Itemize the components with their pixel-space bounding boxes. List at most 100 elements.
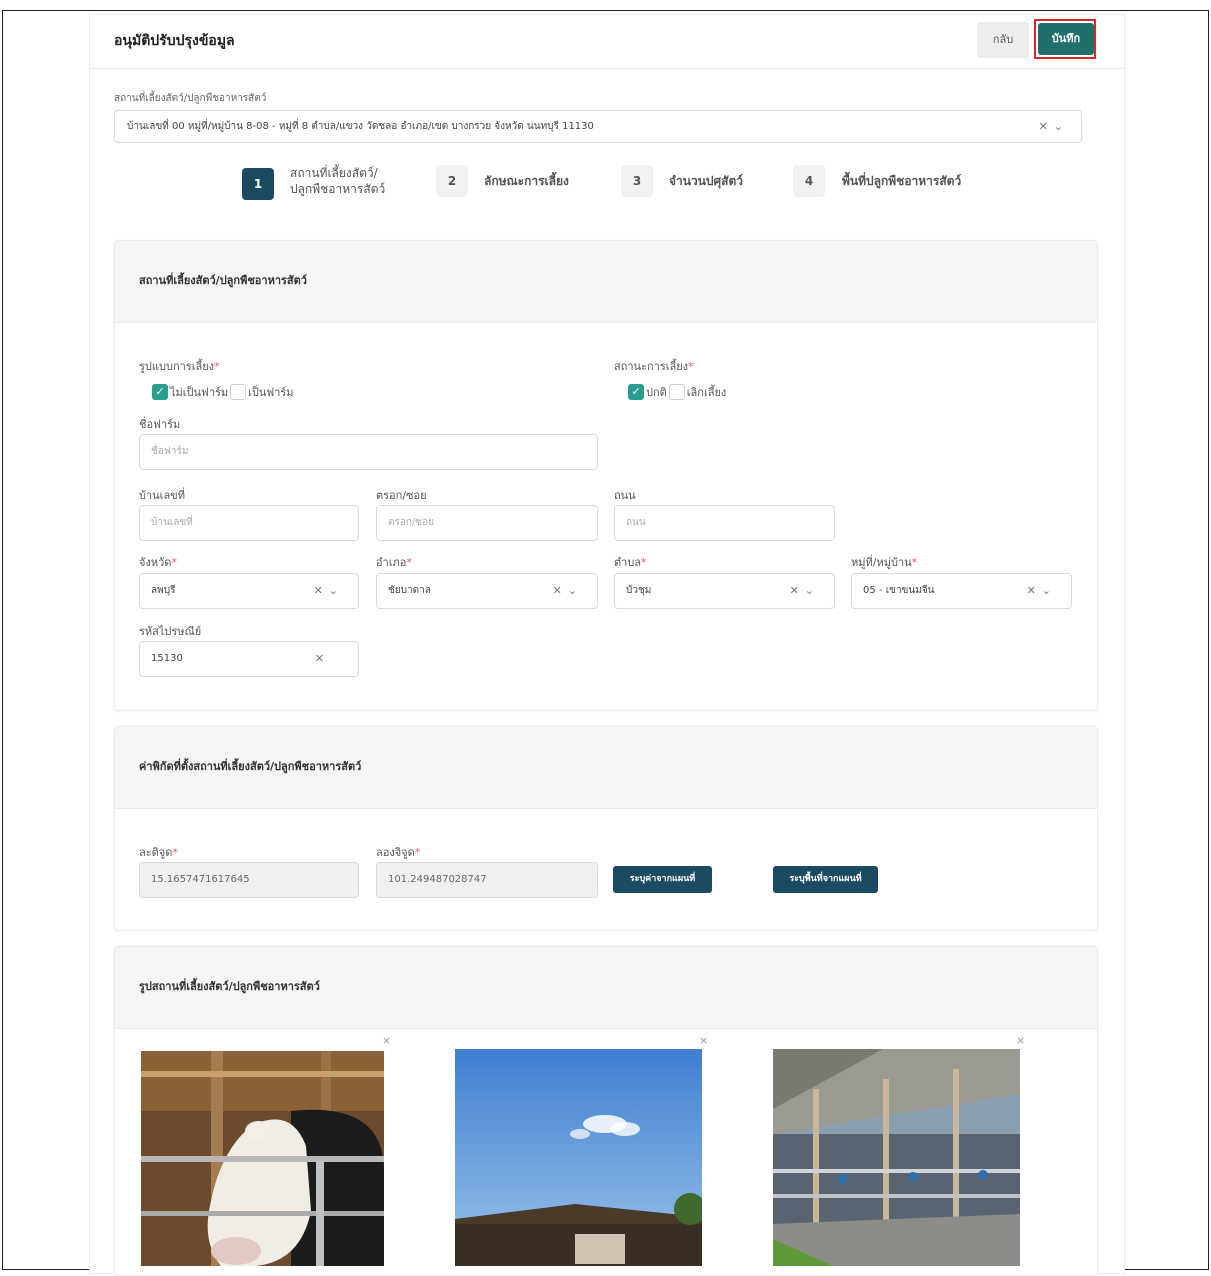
house-no-label: บ้านเลขที่ — [139, 489, 185, 502]
status-label-text: สถานะการเลี้ยง — [614, 360, 689, 373]
village-label: หมู่ที่/หมู่บ้าน* — [851, 553, 917, 571]
subdistrict-value: บัวชุม — [626, 585, 652, 596]
section-coordinates-title: ค่าพิกัดที่ตั้งสถานที่เลี้ยงสัตว์/ปลูกพื… — [139, 760, 362, 773]
village-select[interactable]: 05 - เขาขนมจีน ✕⌄ — [851, 573, 1072, 609]
required-mark: * — [172, 846, 178, 859]
header-divider — [90, 68, 1124, 69]
subdistrict-label-text: ตำบล — [614, 556, 642, 569]
step-1-label-line2: ปลูกพืชอาหารสัตว์ — [290, 182, 386, 196]
check-icon: ✓ — [631, 384, 641, 398]
photo-3-image — [773, 1049, 1020, 1266]
back-button[interactable]: กลับ — [977, 22, 1029, 58]
farm-type-label: รูปแบบการเลี้ยง* — [139, 357, 220, 375]
step-4-number[interactable]: 4 — [793, 165, 825, 197]
village-label-text: หมู่ที่/หมู่บ้าน — [851, 556, 912, 569]
close-icon[interactable]: ✕ — [1039, 120, 1054, 133]
chevron-down-icon[interactable]: ⌄ — [805, 584, 820, 597]
step-4-label[interactable]: พื้นที่ปลูกพืชอาหารสัตว์ — [842, 173, 961, 189]
section-location-header: สถานที่เลี้ยงสัตว์/ปลูกพืชอาหารสัตว์ — [115, 241, 1097, 323]
farm-name-label: ชื่อฟาร์ม — [139, 418, 181, 431]
subdistrict-label: ตำบล* — [614, 553, 647, 571]
remove-photo-2-icon[interactable]: × — [699, 1034, 708, 1047]
remove-photo-1-icon[interactable]: × — [382, 1034, 391, 1047]
chevron-down-icon[interactable]: ⌄ — [1042, 584, 1057, 597]
farm-type-label-text: รูปแบบการเลี้ยง — [139, 360, 215, 373]
lat-input: 15.1657471617645 — [139, 862, 359, 898]
close-icon[interactable]: ✕ — [315, 652, 330, 665]
step-1-label-line1: สถานที่เลี้ยงสัตว์/ — [290, 166, 378, 180]
status-opt1-label[interactable]: ปกติ — [646, 386, 667, 399]
district-label: อำเภอ* — [376, 553, 412, 571]
remove-photo-3-icon[interactable]: × — [1016, 1034, 1025, 1047]
house-no-input[interactable]: บ้านเลขที่ — [139, 505, 359, 541]
close-icon[interactable]: ✕ — [314, 584, 329, 597]
district-label-text: อำเภอ — [376, 556, 407, 569]
required-mark: * — [641, 556, 647, 569]
step-2-number[interactable]: 2 — [436, 165, 468, 197]
farm-name-input[interactable]: ชื่อฟาร์ม — [139, 434, 598, 470]
location-select-label: สถานที่เลี้ยงสัตว์/ปลูกพืชอาหารสัตว์ — [114, 93, 267, 104]
pick-area-from-map-button[interactable]: ระบุพื้นที่จากแผนที่ — [773, 866, 878, 893]
section-coordinates-header: ค่าพิกัดที่ตั้งสถานที่เลี้ยงสัตว์/ปลูกพื… — [115, 727, 1097, 809]
page-title: อนุมัติปรับปรุงข้อมูล — [114, 33, 235, 49]
postcode-value: 15130 — [151, 653, 183, 664]
photo-1 — [141, 1051, 384, 1266]
step-1-label[interactable]: สถานที่เลี้ยงสัตว์/ ปลูกพืชอาหารสัตว์ — [290, 165, 385, 197]
status-options: ✓ ปกติ เลิกเลี้ยง — [628, 381, 728, 401]
lat-label: ละติจูด* — [139, 843, 178, 861]
status-label: สถานะการเลี้ยง* — [614, 357, 694, 375]
farm-type-options: ✓ ไม่เป็นฟาร์ม เป็นฟาร์ม — [152, 381, 296, 401]
save-button[interactable]: บันทึก — [1038, 23, 1094, 55]
chevron-down-icon[interactable]: ⌄ — [568, 584, 583, 597]
subdistrict-select[interactable]: บัวชุม ✕⌄ — [614, 573, 835, 609]
lng-input: 101.249487028747 — [376, 862, 598, 898]
close-icon[interactable]: ✕ — [790, 584, 805, 597]
district-select[interactable]: ชัยบาดาล ✕⌄ — [376, 573, 598, 609]
required-mark: * — [406, 556, 412, 569]
section-location-title: สถานที่เลี้ยงสัตว์/ปลูกพืชอาหารสัตว์ — [139, 274, 307, 287]
farm-type-opt2-label[interactable]: เป็นฟาร์ม — [248, 386, 293, 399]
chevron-down-icon[interactable]: ⌄ — [329, 584, 344, 597]
section-photos-header: รูปสถานที่เลี้ยงสัตว์/ปลูกพืชอาหารสัตว์ — [115, 947, 1097, 1029]
photo-3 — [773, 1049, 1020, 1266]
section-photos-title: รูปสถานที่เลี้ยงสัตว์/ปลูกพืชอาหารสัตว์ — [139, 980, 320, 993]
close-icon[interactable]: ✕ — [553, 584, 568, 597]
farm-type-opt2-checkbox[interactable] — [230, 383, 247, 400]
lng-label-text: ลองจิจูด — [376, 846, 415, 859]
required-mark: * — [214, 360, 220, 373]
province-select[interactable]: ลพบุรี ✕⌄ — [139, 573, 359, 609]
required-mark: * — [911, 556, 918, 569]
close-icon[interactable]: ✕ — [1027, 584, 1042, 597]
step-3-label[interactable]: จำนวนปศุสัตว์ — [669, 173, 743, 189]
required-mark: * — [171, 556, 177, 569]
soi-input[interactable]: ตรอก/ซอย — [376, 505, 598, 541]
required-mark: * — [688, 360, 694, 373]
status-opt1-checkbox[interactable]: ✓ — [628, 383, 644, 400]
lat-label-text: ละติจูด — [139, 846, 173, 859]
location-select[interactable]: บ้านเลขที่ 00 หมู่ที่/หมู่บ้าน 8-08 - หม… — [114, 110, 1082, 143]
lng-label: ลองจิจูด* — [376, 843, 420, 861]
road-input[interactable]: ถนน — [614, 505, 835, 541]
road-label: ถนน — [614, 489, 636, 502]
step-3-number[interactable]: 3 — [621, 165, 653, 197]
soi-label: ตรอก/ซอย — [376, 489, 427, 502]
postcode-input[interactable]: 15130 ✕ — [139, 641, 359, 677]
province-label-text: จังหวัด — [139, 556, 172, 569]
location-select-value: บ้านเลขที่ 00 หมู่ที่/หมู่บ้าน 8-08 - หม… — [127, 121, 594, 132]
farm-type-opt1-label[interactable]: ไม่เป็นฟาร์ม — [170, 386, 228, 399]
farm-type-opt1-checkbox[interactable]: ✓ — [152, 383, 168, 400]
status-opt2-checkbox[interactable] — [668, 383, 685, 400]
status-opt2-label[interactable]: เลิกเลี้ยง — [687, 386, 726, 399]
section-coordinates: ค่าพิกัดที่ตั้งสถานที่เลี้ยงสัตว์/ปลูกพื… — [114, 726, 1098, 931]
province-value: ลพบุรี — [151, 585, 176, 596]
photo-1-image — [141, 1051, 384, 1266]
photo-2-image — [455, 1049, 702, 1266]
step-1-number[interactable]: 1 — [242, 168, 274, 200]
photo-2 — [455, 1049, 702, 1266]
village-value: 05 - เขาขนมจีน — [863, 585, 935, 596]
district-value: ชัยบาดาล — [388, 585, 431, 596]
chevron-down-icon[interactable]: ⌄ — [1054, 120, 1069, 133]
step-2-label[interactable]: ลักษณะการเลี้ยง — [484, 173, 569, 189]
postcode-label: รหัสไปรษณีย์ — [139, 625, 202, 638]
pick-point-from-map-button[interactable]: ระบุค่าจากแผนที่ — [613, 866, 712, 893]
